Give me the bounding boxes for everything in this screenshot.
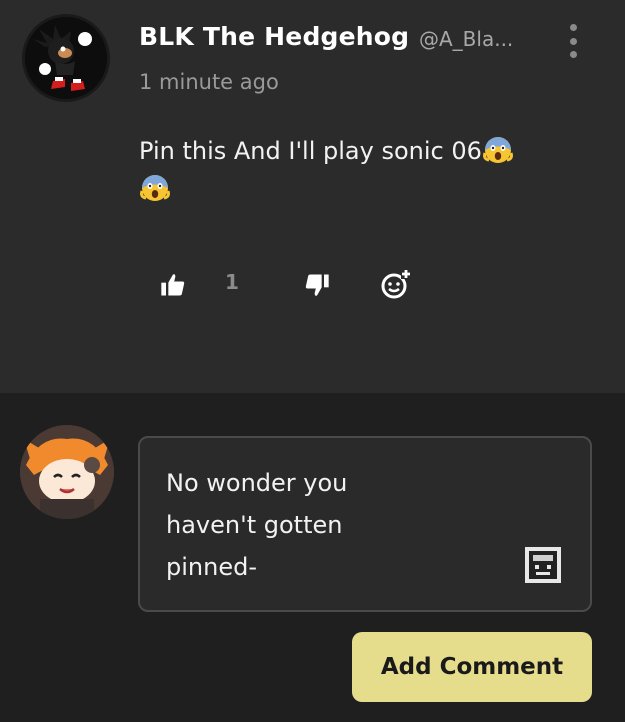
- add-reaction-icon: [381, 269, 411, 299]
- author-name[interactable]: BLK The Hedgehog: [139, 22, 409, 51]
- comment-card: BLK The Hedgehog @A_Bla... 1 minute ago …: [0, 0, 625, 393]
- screaming-face-icon: [482, 137, 513, 163]
- add-reaction-button[interactable]: [378, 266, 414, 302]
- sticker-icon: [525, 547, 561, 583]
- more-options-button[interactable]: [560, 24, 586, 58]
- comment-timestamp: 1 minute ago: [139, 70, 279, 94]
- author-handle[interactable]: @A_Bla...: [419, 27, 513, 51]
- more-options-icon: [569, 24, 577, 31]
- dislike-button[interactable]: [302, 270, 332, 300]
- hedgehog-avatar-icon: [25, 17, 107, 99]
- add-comment-button[interactable]: Add Comment: [352, 632, 592, 702]
- comment-body-text: Pin this And I'll play sonic 06: [139, 137, 482, 165]
- current-user-avatar[interactable]: [20, 425, 114, 519]
- like-count: 1: [225, 270, 239, 294]
- comment-composer: No wonder you haven't gotten pinned- Add…: [0, 393, 625, 722]
- screaming-face-icon: [140, 175, 170, 201]
- comment-body: Pin this And I'll play sonic 06: [139, 132, 579, 208]
- like-button[interactable]: [158, 270, 188, 300]
- author-avatar[interactable]: [22, 14, 110, 102]
- fox-character-avatar-icon: [20, 425, 114, 519]
- comment-input[interactable]: No wonder you haven't gotten pinned-: [138, 436, 592, 612]
- comment-input-text[interactable]: No wonder you haven't gotten pinned-: [166, 462, 466, 588]
- thumbs-up-icon: [161, 274, 185, 296]
- sticker-button[interactable]: [524, 546, 562, 584]
- thumbs-down-icon: [305, 274, 329, 296]
